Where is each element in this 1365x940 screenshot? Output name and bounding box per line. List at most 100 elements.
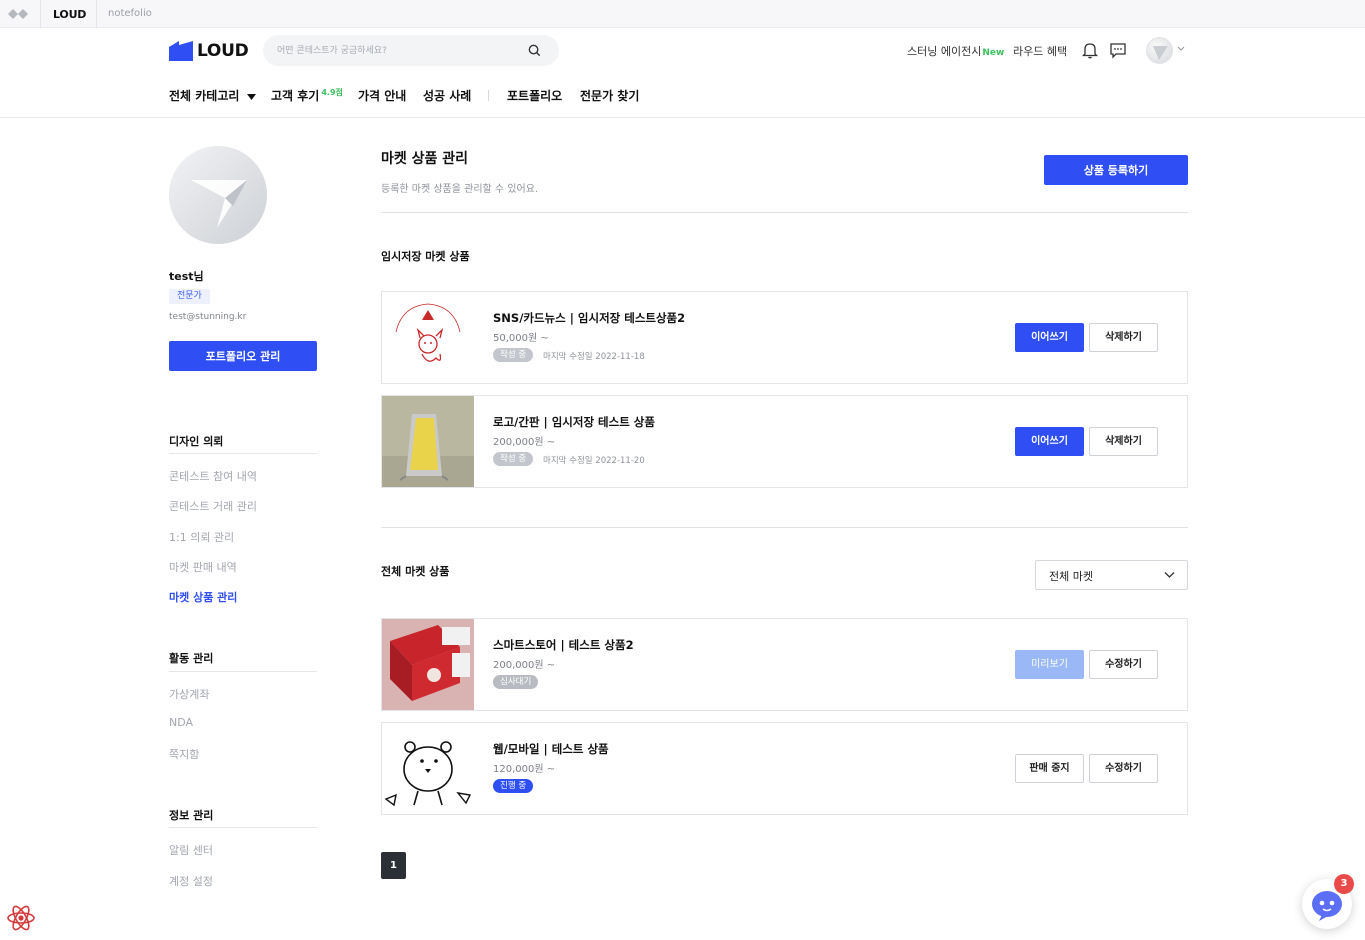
continue-writing-button[interactable]: 이어쓰기 <box>1015 323 1084 352</box>
edit-button[interactable]: 수정하기 <box>1089 650 1158 679</box>
search-icon[interactable] <box>527 43 542 58</box>
sidebar-item-account-settings[interactable]: 계정 설정 <box>169 873 213 889</box>
nav-all-category[interactable]: 전체 카테고리 <box>169 87 256 104</box>
profile-name: test님 <box>169 270 204 283</box>
sidebar-heading-activity: 활동 관리 <box>169 652 214 665</box>
sidebar-divider <box>169 671 317 672</box>
edit-button[interactable]: 수정하기 <box>1089 754 1158 783</box>
caret-down-icon <box>246 93 256 100</box>
nav-find-expert[interactable]: 전문가 찾기 <box>580 87 639 104</box>
product-thumbnail <box>382 292 474 383</box>
profile-email: test@stunning.kr <box>169 312 247 322</box>
bell-icon[interactable] <box>1080 40 1100 60</box>
chevron-down-icon[interactable] <box>1177 46 1185 52</box>
search-bar[interactable] <box>263 35 559 66</box>
logo-text: LOUD <box>197 41 249 61</box>
sidebar-divider <box>169 453 317 454</box>
continue-writing-button[interactable]: 이어쓰기 <box>1015 427 1084 456</box>
role-badge: 전문가 <box>169 289 210 304</box>
product-title[interactable]: 로고/간판 | 임시저장 테스트 상품 <box>493 414 655 430</box>
status-badge: 작성 중 <box>493 348 534 362</box>
product-thumbnail <box>382 723 474 814</box>
product-thumbnail <box>382 396 474 487</box>
sidebar-item-market-sales[interactable]: 마켓 판매 내역 <box>169 559 237 575</box>
delete-button[interactable]: 삭제하기 <box>1089 323 1158 352</box>
a-frame-sign-image-icon <box>382 396 474 487</box>
avatar[interactable] <box>1146 37 1173 64</box>
portfolio-manage-button[interactable]: 포트폴리오 관리 <box>169 341 317 371</box>
bear-character-image-icon <box>382 723 474 814</box>
product-price: 120,000원 ~ <box>493 764 556 775</box>
sidebar-item-contest-history[interactable]: 콘테스트 참여 내역 <box>169 468 257 484</box>
status-badge: 진행 중 <box>493 779 534 793</box>
stop-selling-button[interactable]: 판매 중지 <box>1015 754 1084 783</box>
search-input[interactable] <box>277 42 517 59</box>
page-title: 마켓 상품 관리 <box>381 151 469 167</box>
delete-button[interactable]: 삭제하기 <box>1089 427 1158 456</box>
status-badge: 심사대기 <box>493 675 539 689</box>
sidebar-item-nda[interactable]: NDA <box>169 716 193 729</box>
nav-pricing[interactable]: 가격 안내 <box>358 87 406 104</box>
pagination-page-1[interactable]: 1 <box>381 852 406 879</box>
loud-logo-icon <box>169 41 193 61</box>
chat-unread-badge: 3 <box>1334 874 1354 894</box>
header-divider <box>0 117 1365 118</box>
page-subtitle: 등록한 마켓 상품을 관리할 수 있어요. <box>381 184 539 195</box>
reviews-score: 4.9점 <box>321 88 343 97</box>
profile-avatar <box>169 146 267 244</box>
nav-reviews-label: 고객 후기 <box>271 89 320 103</box>
nav-reviews[interactable]: 고객 후기 4.9점 <box>271 87 343 104</box>
loud-logo[interactable]: LOUD <box>169 40 249 62</box>
exhibition-label: 스터닝 에이전시 <box>907 45 982 58</box>
profile-avatar-graphic-icon <box>169 146 267 244</box>
sidebar-divider <box>169 827 317 828</box>
product-price: 200,000원 ~ <box>493 437 556 448</box>
last-modified-date: 마지막 수정일 2022-11-18 <box>543 352 645 362</box>
sidebar-heading-info: 정보 관리 <box>169 809 214 822</box>
package-mockup-image-icon <box>382 619 474 710</box>
strip-brand-loud[interactable]: LOUD <box>53 8 86 21</box>
draft-product-card: SNS/카드뉴스 | 임시저장 테스트상품2 50,000원 ~ 작성 중 마지… <box>381 291 1188 384</box>
product-title[interactable]: 웹/모바일 | 테스트 상품 <box>493 741 609 757</box>
header-link-benefits[interactable]: 라우드 혜택 <box>1013 43 1067 59</box>
last-modified-date: 마지막 수정일 2022-11-20 <box>543 456 645 466</box>
sidebar-item-one-on-one[interactable]: 1:1 의뢰 관리 <box>169 529 234 545</box>
new-badge: New <box>982 48 1005 58</box>
market-filter-select[interactable]: 전체 마켓 <box>1035 560 1188 590</box>
fox-cafe-logo-icon <box>382 292 474 383</box>
market-filter-value: 전체 마켓 <box>1049 570 1093 583</box>
section-divider <box>381 527 1188 528</box>
product-price: 200,000원 ~ <box>493 660 556 671</box>
sidebar-item-messages[interactable]: 쪽지함 <box>169 746 199 762</box>
nav-portfolio[interactable]: 포트폴리오 <box>507 87 562 104</box>
sidebar-item-market-products[interactable]: 마켓 상품 관리 <box>169 589 237 605</box>
market-product-card: 웹/모바일 | 테스트 상품 120,000원 ~ 진행 중 판매 중지 수정하… <box>381 722 1188 815</box>
product-title[interactable]: 스마트스토어 | 테스트 상품2 <box>493 637 634 653</box>
avatar-shape-icon <box>1153 46 1168 60</box>
drafts-section-title: 임시저장 마켓 상품 <box>381 250 470 263</box>
header-link-exhibition[interactable]: 스터닝 에이전시New <box>907 43 1004 59</box>
register-product-button[interactable]: 상품 등록하기 <box>1044 155 1188 185</box>
nav-cases[interactable]: 성공 사례 <box>423 87 471 104</box>
sidebar-item-virtual-account[interactable]: 가상계좌 <box>169 686 209 702</box>
preview-button[interactable]: 미리보기 <box>1015 650 1084 679</box>
chevron-down-icon <box>1164 572 1175 578</box>
nav-all-category-label: 전체 카테고리 <box>169 89 240 103</box>
product-title[interactable]: SNS/카드뉴스 | 임시저장 테스트상품2 <box>493 310 685 326</box>
product-price: 50,000원 ~ <box>493 333 549 344</box>
strip-brand-notefolio[interactable]: notefolio <box>108 8 152 19</box>
draft-product-card: 로고/간판 | 임시저장 테스트 상품 200,000원 ~ 작성 중 마지막 … <box>381 395 1188 488</box>
sidebar-item-contest-deals[interactable]: 콘테스트 거래 관리 <box>169 498 257 514</box>
all-products-section-title: 전체 마켓 상품 <box>381 565 450 578</box>
sidebar-heading-design-request: 디자인 의뢰 <box>169 435 224 448</box>
browser-top-strip: LOUD notefolio <box>0 0 1365 28</box>
section-divider <box>381 212 1188 213</box>
brand-diamond-icon[interactable] <box>8 7 28 21</box>
product-thumbnail <box>382 619 474 710</box>
market-product-card: 스마트스토어 | 테스트 상품2 200,000원 ~ 심사대기 미리보기 수정… <box>381 618 1188 711</box>
status-badge: 작성 중 <box>493 452 534 466</box>
devtools-react-icon[interactable] <box>6 903 36 933</box>
nav-divider <box>488 90 489 101</box>
message-icon[interactable] <box>1108 40 1128 60</box>
sidebar-item-notifications[interactable]: 알림 센터 <box>169 842 213 858</box>
